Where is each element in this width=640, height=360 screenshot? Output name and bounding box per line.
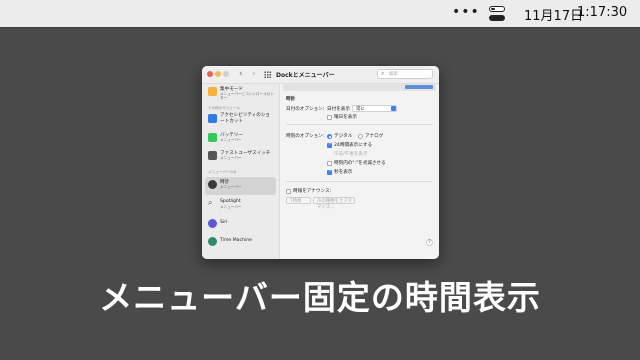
sidebar-item-sublabel: メニューバー <box>220 138 242 142</box>
digital-label: デジタル <box>334 134 353 139</box>
sidebar-item-fast-user-switch[interactable]: ファストユーザスイッチ メニューバー <box>205 148 276 166</box>
user-switch-icon <box>208 151 217 160</box>
sidebar-item-label: Time Machine <box>220 238 252 243</box>
sidebar-section-header: メニューバーのみ <box>208 170 237 174</box>
siri-icon <box>208 219 217 228</box>
minimize-button[interactable] <box>215 71 221 77</box>
show-ampm-label: 午前/午後を表示 <box>334 152 368 157</box>
search-field[interactable]: ⌕ 検索 <box>377 69 433 79</box>
interval-popup[interactable]: 1時間 <box>286 197 311 204</box>
show-all-grid-icon[interactable] <box>264 71 271 78</box>
show-weekday-checkbox[interactable] <box>327 115 332 120</box>
magnifier-icon: ⌕ <box>381 70 385 77</box>
window-title: Dockとメニューバー <box>276 72 335 79</box>
use-24h-checkbox[interactable] <box>327 142 332 148</box>
preview-clock-highlight <box>405 85 433 89</box>
chevron-updown-icon <box>391 106 396 111</box>
show-date-label: 日付を表示 <box>327 107 350 112</box>
show-seconds-checkbox[interactable] <box>327 169 332 175</box>
sidebar-item-siri[interactable]: Siri <box>205 216 276 234</box>
time-machine-icon <box>208 237 217 246</box>
help-button[interactable]: ? <box>426 239 433 246</box>
analog-label: アナログ <box>365 134 384 139</box>
menu-bar: ••• 11月17日 1:17:30 <box>0 0 640 27</box>
flash-separator-label: 時刻内の":"を点滅させる <box>334 161 386 166</box>
date-options-label: 日付のオプション: <box>286 107 325 112</box>
customize-voice-label: 声の種類をカスタマイズ... <box>317 199 353 210</box>
show-seconds-label: 秒を表示 <box>334 170 353 175</box>
show-weekday-label: 曜日を表示 <box>334 115 357 120</box>
sidebar-item-label: アクセシビリティのショートカット <box>220 113 271 124</box>
show-date-popup[interactable]: 常に <box>352 105 397 112</box>
back-icon[interactable]: ‹ <box>239 69 243 79</box>
sidebar-item-sublabel: メニューバー <box>220 156 242 160</box>
sidebar-item-focus[interactable]: 集中モード メニューバーとコントロールセンター <box>205 84 276 102</box>
show-date-value: 常に <box>356 107 365 112</box>
sidebar-item-time-machine[interactable]: Time Machine <box>205 234 276 252</box>
close-button[interactable] <box>207 71 213 77</box>
divider <box>286 181 433 182</box>
ellipsis-icon[interactable]: ••• <box>452 4 480 20</box>
sidebar-item-sublabel: メニューバー <box>220 205 242 209</box>
control-center-icon[interactable] <box>489 6 505 21</box>
sidebar-item-clock[interactable]: 時計 メニューバー <box>205 177 276 195</box>
section-title: 時計 <box>286 97 296 102</box>
settings-window: ‹ › Dockとメニューバー ⌕ 検索 集中モード メニューバーとコントロール… <box>202 66 439 259</box>
customize-voice-button[interactable]: 声の種類をカスタマイズ... <box>313 197 355 210</box>
announce-time-checkbox[interactable] <box>286 189 291 194</box>
battery-icon <box>208 133 217 142</box>
title-bar: ‹ › Dockとメニューバー ⌕ 検索 <box>202 66 439 84</box>
zoom-button[interactable] <box>223 71 229 77</box>
sidebar-item-sublabel: メニューバー <box>220 185 242 189</box>
spotlight-icon: ⌕ <box>208 198 213 207</box>
flash-separator-checkbox[interactable] <box>327 161 332 166</box>
sidebar-item-battery[interactable]: バッテリー メニューバー <box>205 130 276 148</box>
divider <box>286 124 433 125</box>
sidebar-item-sublabel: メニューバーとコントロールセンター <box>220 92 274 101</box>
settings-pane: 時計 日付のオプション: 日付を表示 常に 曜日を表示 時刻のオプション: デジ… <box>280 84 439 259</box>
sidebar-item-label: Siri <box>220 220 228 225</box>
menubar-clock[interactable]: 1:17:30 <box>577 5 627 20</box>
sidebar-item-label: Spotlight <box>220 199 241 204</box>
clock-icon <box>208 180 217 189</box>
sidebar-item-accessibility[interactable]: アクセシビリティのショートカット <box>205 111 276 129</box>
sidebar: 集中モード メニューバーとコントロールセンター その他のモジュール アクセシビリ… <box>202 84 280 259</box>
digital-radio[interactable] <box>327 134 332 139</box>
forward-icon[interactable]: › <box>252 69 256 79</box>
menubar-preview <box>283 84 436 91</box>
search-placeholder: 検索 <box>389 72 398 77</box>
menubar-date[interactable]: 11月17日 <box>524 5 583 24</box>
sidebar-item-spotlight[interactable]: ⌕ Spotlight メニューバー <box>205 197 276 215</box>
accessibility-icon <box>208 114 217 123</box>
focus-moon-icon <box>208 87 217 96</box>
use-24h-label: 24時間表示にする <box>334 143 373 148</box>
announce-time-label: 時報をアナウンス: <box>293 189 332 194</box>
analog-radio[interactable] <box>358 134 363 139</box>
interval-value: 1時間 <box>290 199 302 204</box>
time-options-label: 時刻のオプション: <box>286 134 325 139</box>
caption-title: メニューバー固定の時間表示 <box>99 278 541 317</box>
